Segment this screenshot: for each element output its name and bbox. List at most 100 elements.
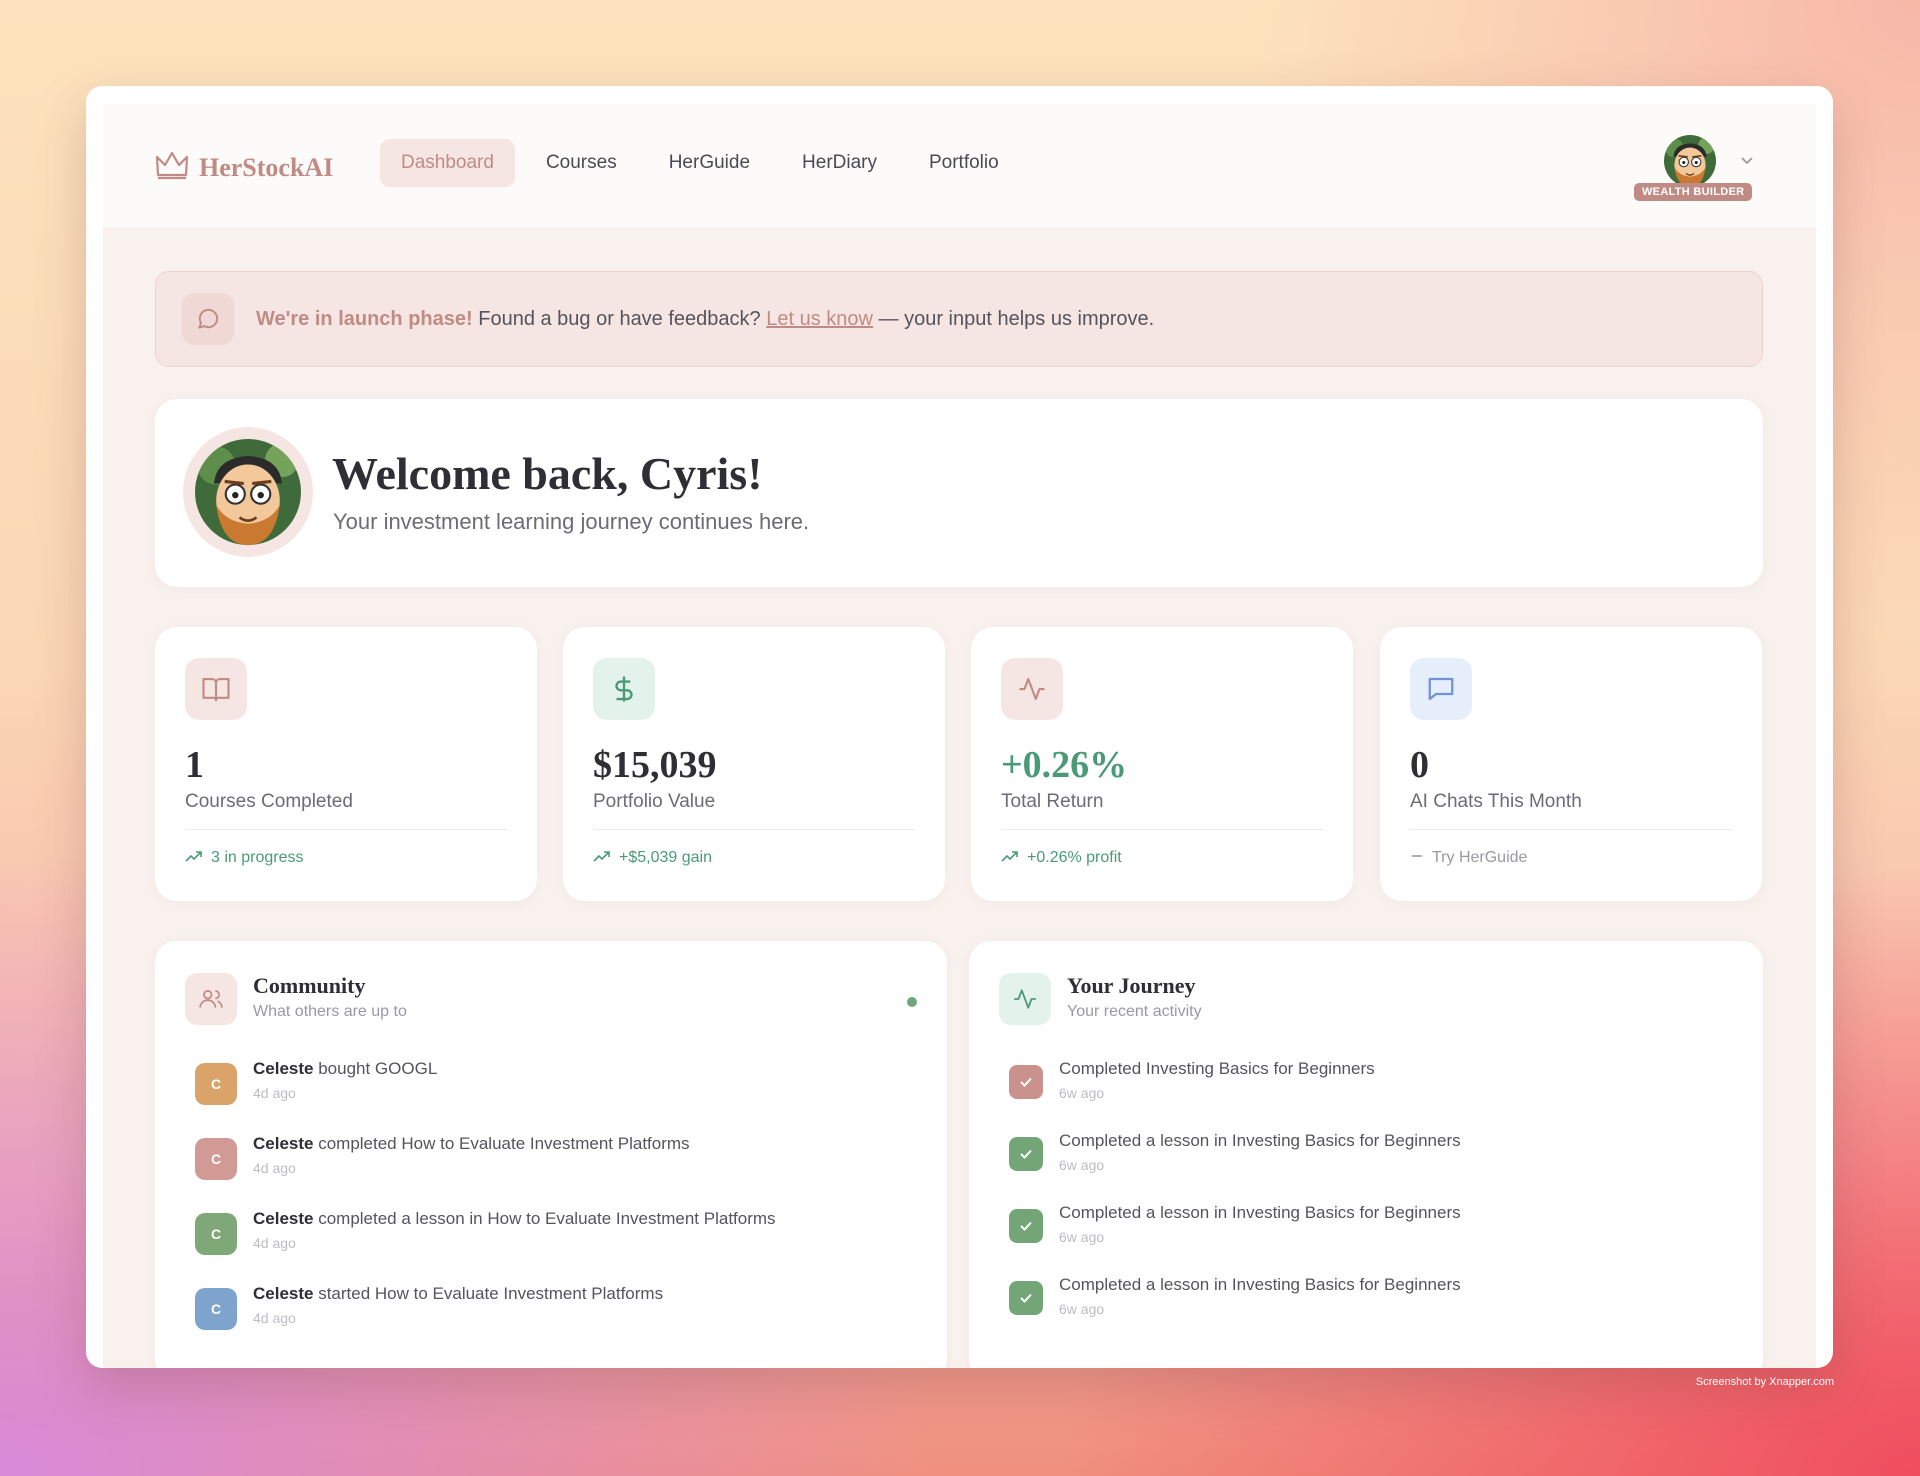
page-title: Welcome back, Cyris! [332, 448, 763, 499]
check-icon [1009, 1281, 1043, 1315]
app-window: HerStockAI Dashboard Courses HerGuide He… [86, 86, 1833, 1368]
page-subtitle: Your investment learning journey continu… [333, 509, 810, 534]
feed-time: 4d ago [253, 1085, 296, 1101]
top-nav: HerStockAI Dashboard Courses HerGuide He… [103, 103, 1816, 227]
feedback-link[interactable]: Let us know [766, 308, 873, 330]
stat-footnote-text: Try HerGuide [1432, 849, 1528, 866]
divider [185, 829, 507, 830]
banner-text: We're in launch phase! Found a bug or ha… [256, 308, 1154, 331]
minus-icon [1410, 849, 1424, 867]
journey-time: 6w ago [1059, 1157, 1105, 1173]
stat-label: Courses Completed [185, 791, 353, 812]
list-item[interactable]: C Celeste started How to Evaluate Invest… [195, 1278, 917, 1353]
nav-portfolio[interactable]: Portfolio [908, 139, 1020, 187]
stat-card-courses: 1 Courses Completed 3 in progress [155, 627, 537, 901]
panel-title: Your Journey [1067, 973, 1196, 998]
divider [593, 829, 915, 830]
stat-footnote: 3 in progress [185, 849, 304, 867]
logo[interactable]: HerStockAI [155, 149, 333, 186]
screenshot-credit: Screenshot by Xnapper.com [1695, 1376, 1834, 1388]
journey-text: Completed a lesson in Investing Basics f… [1059, 1131, 1461, 1150]
feedback-banner: We're in launch phase! Found a bug or ha… [155, 271, 1763, 367]
nav-herdiary[interactable]: HerDiary [781, 139, 898, 187]
stat-card-chats: 0 AI Chats This Month Try HerGuide [1380, 627, 1762, 901]
status-badge: WEALTH BUILDER [1634, 183, 1753, 201]
list-item[interactable]: C Celeste bought GOOGL 4d ago [195, 1053, 917, 1128]
journey-text: Completed a lesson in Investing Basics f… [1059, 1275, 1461, 1294]
stat-value: 1 [185, 744, 204, 786]
avatar [1664, 135, 1716, 187]
check-icon [1009, 1137, 1043, 1171]
nav-links: Dashboard Courses HerGuide HerDiary Port… [380, 139, 1030, 187]
feed-name: Celeste [253, 1134, 314, 1153]
feed-time: 4d ago [253, 1235, 296, 1251]
journey-time: 6w ago [1059, 1301, 1105, 1317]
feed-text: Celeste started How to Evaluate Investme… [253, 1284, 663, 1304]
list-item[interactable]: Completed a lesson in Investing Basics f… [1009, 1125, 1733, 1197]
activity-icon [1001, 658, 1063, 720]
chevron-down-icon[interactable] [1740, 153, 1754, 171]
stat-footnote: +$5,039 gain [593, 849, 712, 867]
journey-panel: Your Journey Your recent activity Comple… [969, 941, 1763, 1368]
banner-text-1: Found a bug or have feedback? [472, 307, 767, 330]
feed-text: Celeste completed a lesson in How to Eva… [253, 1209, 776, 1229]
list-item[interactable]: C Celeste completed How to Evaluate Inve… [195, 1128, 917, 1203]
live-indicator [907, 997, 917, 1007]
journey-time: 6w ago [1059, 1229, 1105, 1245]
avatar: C [195, 1138, 237, 1180]
panel-subtitle: What others are up to [253, 1003, 407, 1020]
community-feed: C Celeste bought GOOGL 4d ago C Celeste … [195, 1053, 917, 1353]
feed-name: Celeste [253, 1059, 314, 1078]
community-panel: Community What others are up to C Celest… [155, 941, 947, 1368]
crown-icon [155, 149, 189, 186]
feed-action: started How to Evaluate Investment Platf… [313, 1284, 664, 1303]
divider [1410, 829, 1732, 830]
app-content: HerStockAI Dashboard Courses HerGuide He… [103, 103, 1816, 1368]
list-item[interactable]: Completed Investing Basics for Beginners… [1009, 1053, 1733, 1125]
trending-up-icon [185, 849, 203, 867]
feed-text: Celeste bought GOOGL [253, 1059, 437, 1079]
list-item[interactable]: Completed a lesson in Investing Basics f… [1009, 1197, 1733, 1269]
list-item[interactable]: C Celeste completed a lesson in How to E… [195, 1203, 917, 1278]
stat-footnote[interactable]: Try HerGuide [1410, 849, 1527, 867]
stat-label: Portfolio Value [593, 791, 716, 812]
users-icon [185, 973, 237, 1025]
trending-up-icon [1001, 849, 1019, 867]
nav-courses[interactable]: Courses [525, 139, 638, 187]
stat-card-return: +0.26% Total Return +0.26% profit [971, 627, 1353, 901]
stat-value: $15,039 [593, 744, 717, 786]
avatar: C [195, 1213, 237, 1255]
book-icon [185, 658, 247, 720]
stat-footnote-text: +$5,039 gain [619, 849, 712, 866]
journey-time: 6w ago [1059, 1085, 1105, 1101]
dollar-icon [593, 658, 655, 720]
nav-herguide[interactable]: HerGuide [648, 139, 771, 187]
stat-footnote: +0.26% profit [1001, 849, 1122, 867]
stat-footnote-text: +0.26% profit [1027, 849, 1122, 866]
feed-name: Celeste [253, 1209, 314, 1228]
feed-action: completed a lesson in How to Evaluate In… [313, 1209, 776, 1228]
journey-text: Completed Investing Basics for Beginners [1059, 1059, 1375, 1078]
check-icon [1009, 1065, 1043, 1099]
avatar: C [195, 1063, 237, 1105]
feed-time: 4d ago [253, 1310, 296, 1326]
check-icon [1009, 1209, 1043, 1243]
nav-dashboard[interactable]: Dashboard [380, 139, 515, 187]
feed-text: Celeste completed How to Evaluate Invest… [253, 1134, 690, 1154]
welcome-card: Welcome back, Cyris! Your investment lea… [155, 399, 1763, 587]
avatar: C [195, 1288, 237, 1330]
banner-text-2: — your input helps us improve. [872, 307, 1155, 330]
feed-time: 4d ago [253, 1160, 296, 1176]
profile-menu[interactable]: WEALTH BUILDER [1634, 127, 1754, 207]
journey-feed: Completed Investing Basics for Beginners… [1009, 1053, 1733, 1341]
list-item[interactable]: Completed a lesson in Investing Basics f… [1009, 1269, 1733, 1341]
journey-text: Completed a lesson in Investing Basics f… [1059, 1203, 1461, 1222]
activity-icon [999, 973, 1051, 1025]
feed-action: bought GOOGL [313, 1059, 438, 1078]
profile-avatar [183, 427, 313, 557]
stat-label: Total Return [1001, 791, 1104, 812]
stat-label: AI Chats This Month [1410, 791, 1582, 812]
stat-value: +0.26% [1001, 744, 1128, 786]
panel-subtitle: Your recent activity [1067, 1003, 1202, 1020]
feed-name: Celeste [253, 1284, 314, 1303]
